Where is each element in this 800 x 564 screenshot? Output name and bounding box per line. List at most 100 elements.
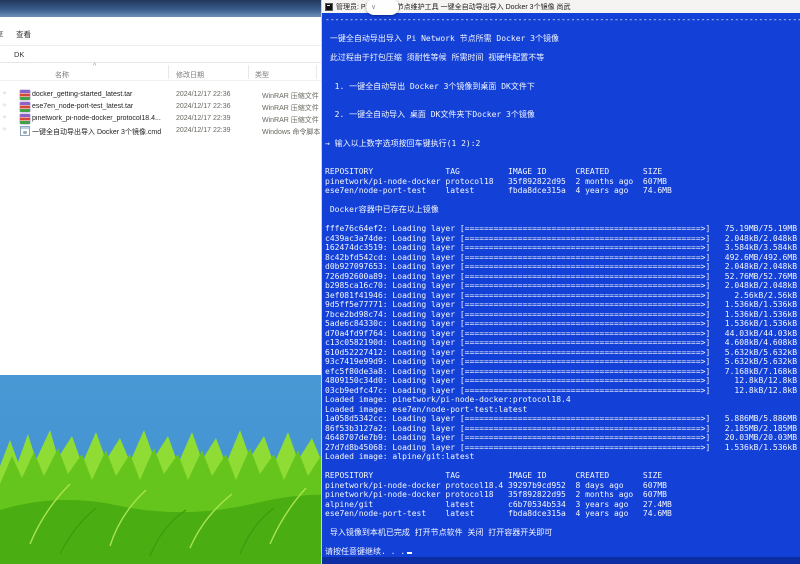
windows-script-icon <box>20 126 30 136</box>
console-text-line: 1. 一键全自动导出 Docker 3个镜像到桌面 DK文件下 <box>325 82 800 92</box>
loading-layer-line: 93c7419e99d9: Loading layer [===========… <box>325 357 800 367</box>
loading-layer-line: 726d92600a89: Loading layer [===========… <box>325 272 800 282</box>
file-list-column-headers: ^ 名称 修改日期 类型 <box>0 63 322 81</box>
cmd-window-bottom-edge <box>322 557 800 564</box>
file-name: docker_getting-started_latest.tar <box>32 91 172 98</box>
loading-layer-line: 27d7d8b45068: Loading layer [===========… <box>325 443 800 453</box>
file-type: WinRAR 压缩文件 <box>262 115 322 125</box>
column-divider[interactable] <box>316 65 317 79</box>
file-name: pinetwork_pi-node-docker_protocol18.4... <box>32 115 172 122</box>
image-table-row: ese7en/node-port-test latest fbda8dce315… <box>325 509 800 519</box>
row-status-icon: ✧ <box>2 104 7 109</box>
winrar-archive-icon <box>20 90 30 100</box>
console-output[interactable]: ----------------------------------------… <box>322 13 800 557</box>
cmd-app-icon <box>325 3 333 11</box>
blank-line <box>325 462 800 472</box>
loading-layer-line: 9d5ff5e77771: Loading layer [===========… <box>325 300 800 310</box>
loading-layer-line: 7bce2bd98c74: Loading layer [===========… <box>325 310 800 320</box>
image-table-header: REPOSITORY TAG IMAGE ID CREATED SIZE <box>325 471 800 481</box>
blank-line <box>325 120 800 130</box>
winrar-archive-icon <box>20 114 30 124</box>
file-date-modified: 2024/12/17 22:39 <box>176 115 231 122</box>
loading-layer-line: 8c42bfd542cd: Loading layer [===========… <box>325 253 800 263</box>
console-text-line: 请按任意键继续. . . <box>325 547 800 557</box>
file-date-modified: 2024/12/17 22:36 <box>176 103 231 110</box>
file-name: 一键全自动导出导入 Docker 3个镜像.cmd <box>32 127 172 137</box>
file-row[interactable]: ✧ 一键全自动导出导入 Docker 3个镜像.cmd 2024/12/17 22:… <box>0 125 322 137</box>
row-status-icon: ✧ <box>2 128 7 133</box>
blank-line <box>325 129 800 139</box>
file-type: Windows 命令脚本 <box>262 127 322 137</box>
blank-line <box>325 538 800 548</box>
file-explorer-window: 享 查看 DK ^ 名称 修改日期 类型 ✧ docker_getting-sta… <box>0 0 322 375</box>
console-text-line: Loaded image: alpine/git:latest <box>325 452 800 462</box>
blank-line <box>325 72 800 82</box>
file-date-modified: 2024/12/17 22:36 <box>176 91 231 98</box>
explorer-ribbon-tabs: 享 查看 <box>0 17 322 46</box>
blank-line <box>325 215 800 225</box>
console-text-line: 此过程由于打包压缩 须耐性等候 所需时间 视硬件配置不等 <box>325 53 800 63</box>
blank-line <box>325 25 800 35</box>
console-text-line: Docker容器中已存在以上镜像 <box>325 205 800 215</box>
tab-view[interactable]: 查看 <box>16 29 31 40</box>
row-status-icon: ✧ <box>2 116 7 121</box>
address-breadcrumb[interactable]: DK <box>14 50 24 59</box>
console-text-line: 导入镜像到本机已完成 打开节点软件 关闭 打开容器开关即可 <box>325 528 800 538</box>
file-type: WinRAR 压缩文件 <box>262 91 322 101</box>
file-row[interactable]: ✧ ese7en_node-port-test_latest.tar 2024/12… <box>0 101 322 113</box>
blank-line <box>325 158 800 168</box>
loading-layer-line: 03cb9edfc47c: Loading layer [===========… <box>325 386 800 396</box>
image-table-row: ese7en/node-port-test latest fbda8dce315… <box>325 186 800 196</box>
blank-line <box>325 44 800 54</box>
column-divider[interactable] <box>168 65 169 79</box>
loading-layer-line: 610d52227412: Loading layer [===========… <box>325 348 800 358</box>
console-text-line: Loaded image: ese7en/node-port-test:late… <box>325 405 800 415</box>
column-header-modified[interactable]: 修改日期 <box>176 70 204 80</box>
console-text-line: 2. 一键全自动导入 桌面 DK文件夹下Docker 3个镜像 <box>325 110 800 120</box>
chevron-down-icon: ∨ <box>371 3 376 11</box>
file-row[interactable]: ✧ docker_getting-started_latest.tar 2024/1… <box>0 89 322 101</box>
loading-layer-line: 162474dc3519: Loading layer [===========… <box>325 243 800 253</box>
loading-layer-line: c13c0582190d: Loading layer [===========… <box>325 338 800 348</box>
loading-layer-line: 4809150c34d0: Loading layer [===========… <box>325 376 800 386</box>
cmd-console-window: 管理员: Pi Network 节点维护工具 一键全自动导出导入 Docker … <box>321 0 800 564</box>
winrar-archive-icon <box>20 102 30 112</box>
sort-ascending-icon[interactable]: ^ <box>93 63 96 70</box>
column-header-name[interactable]: 名称 <box>55 70 69 80</box>
loading-layer-line: 3ef081f41946: Loading layer [===========… <box>325 291 800 301</box>
text-cursor <box>407 552 412 555</box>
loading-layer-line: 1a058d5342cc: Loading layer [===========… <box>325 414 800 424</box>
column-header-type[interactable]: 类型 <box>255 70 269 80</box>
cmd-titlebar[interactable]: 管理员: Pi Network 节点维护工具 一键全自动导出导入 Docker … <box>322 0 800 13</box>
loading-layer-line: d0b927097653: Loading layer [===========… <box>325 262 800 272</box>
separator-line: ----------------------------------------… <box>325 15 800 25</box>
blank-line <box>325 63 800 73</box>
blank-line <box>325 91 800 101</box>
image-table-row: pinetwork/pi-node-docker protocol18 35f8… <box>325 177 800 187</box>
loading-layer-line: 5ade6c84330c: Loading layer [===========… <box>325 319 800 329</box>
file-type: WinRAR 压缩文件 <box>262 103 322 113</box>
blank-line <box>325 101 800 111</box>
file-row[interactable]: ✧ pinetwork_pi-node-docker_protocol18.4..… <box>0 113 322 125</box>
console-text-line: → 输入以上数字选项按回车键执行(1 2):2 <box>325 139 800 149</box>
image-table-row: pinetwork/pi-node-docker protocol18.4 39… <box>325 481 800 491</box>
blank-line <box>325 519 800 529</box>
blank-line <box>325 148 800 158</box>
image-table-row: alpine/git latest c6b70534b534 3 years a… <box>325 500 800 510</box>
overlay-pill[interactable]: ∨ <box>366 0 399 15</box>
image-table-header: REPOSITORY TAG IMAGE ID CREATED SIZE <box>325 167 800 177</box>
console-text-line: 一键全自动导出导入 Pi Network 节点所需 Docker 3个镜像 <box>325 34 800 44</box>
loading-layer-line: fffe76c64ef2: Loading layer [===========… <box>325 224 800 234</box>
file-date-modified: 2024/12/17 22:39 <box>176 127 231 134</box>
loading-layer-line: b2985ca16c70: Loading layer [===========… <box>325 281 800 291</box>
row-status-icon: ✧ <box>2 92 7 97</box>
explorer-address-bar[interactable]: DK <box>0 46 322 63</box>
console-text-line: Loaded image: pinetwork/pi-node-docker:p… <box>325 395 800 405</box>
loading-layer-line: 86f53b3127a2: Loading layer [===========… <box>325 424 800 434</box>
tab-share-partial[interactable]: 享 <box>0 29 5 40</box>
explorer-titlebar[interactable] <box>0 0 322 17</box>
column-divider[interactable] <box>248 65 249 79</box>
loading-layer-line: c439ac3a74de: Loading layer [===========… <box>325 234 800 244</box>
file-name: ese7en_node-port-test_latest.tar <box>32 103 172 110</box>
loading-layer-line: efc5f80de3a8: Loading layer [===========… <box>325 367 800 377</box>
